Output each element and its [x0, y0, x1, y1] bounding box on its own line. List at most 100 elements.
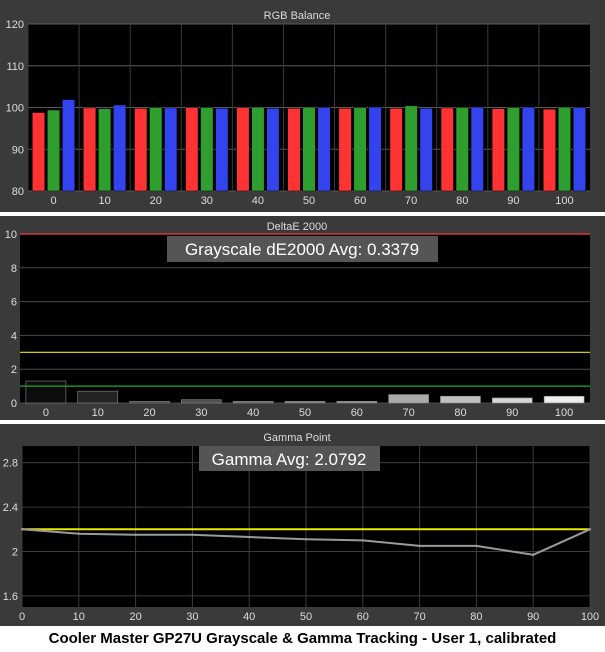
deltae-bar: [232, 401, 274, 404]
rgb-bar-blue: [266, 108, 280, 192]
rgb-balance-panel: RGB Balance 80 90 100 110 120 0 10 20 30 40 50 60 7…: [0, 0, 605, 212]
deltae-y-tick-label: 2: [11, 364, 17, 376]
deltae-bar: [388, 394, 429, 404]
rgb-y-tick-label: 80: [12, 186, 24, 198]
gamma-point: [532, 553, 535, 557]
rgb-bar-red: [389, 108, 403, 192]
gamma-point: [20, 528, 24, 531]
rgb-bar-green: [200, 107, 214, 192]
gamma-x-tick-label: 60: [357, 611, 369, 623]
deltae-bar: [284, 401, 326, 404]
rgb-bar-red: [338, 108, 352, 192]
rgb-x-tick-label: 80: [456, 195, 468, 207]
deltae-title: DeltaE 2000: [267, 221, 328, 233]
rgb-bar-blue: [62, 99, 76, 192]
rgb-y-tick-label: 110: [6, 61, 24, 73]
rgb-bar-red: [491, 108, 505, 192]
rgb-x-tick-label: 10: [99, 195, 111, 207]
rgb-bar-red: [134, 108, 148, 192]
rgb-balance-bars: [32, 99, 586, 192]
rgb-bar-red: [440, 107, 454, 192]
deltae-x-tick-label: 100: [555, 407, 573, 419]
rgb-bar-red: [32, 112, 46, 192]
deltae-x-tick-label: 20: [143, 407, 155, 419]
gamma-point: [588, 528, 592, 531]
rgb-bar-green: [455, 107, 469, 192]
rgb-x-tick-label: 0: [50, 195, 56, 207]
rgb-x-tick-label: 90: [507, 195, 519, 207]
rgb-x-tick-label: 20: [150, 195, 162, 207]
gamma-x-tick-label: 40: [243, 611, 255, 623]
deltae-panel: DeltaE 2000 0 2 4 6 8 10 0 10 20 30 40 50 60 70 80 90 1…: [0, 216, 605, 420]
deltae-x-tick-label: 40: [247, 407, 259, 419]
gamma-x-tick-label: 100: [581, 611, 599, 623]
deltae-x-tick-label: 90: [506, 407, 518, 419]
gamma-x-tick-label: 50: [300, 611, 312, 623]
gamma-x-tick-label: 70: [413, 611, 425, 623]
rgb-bar-blue: [215, 108, 229, 192]
gamma-point: [77, 532, 81, 535]
gamma-point: [361, 539, 364, 542]
rgb-bar-green: [302, 106, 316, 192]
rgb-bar-blue: [521, 106, 535, 192]
deltae-x-tick-label: 70: [403, 407, 415, 419]
gamma-point: [248, 535, 251, 539]
gamma-x-tick-label: 90: [527, 611, 539, 623]
rgb-bar-green: [149, 107, 163, 192]
gamma-y-tick-label: 2.8: [3, 458, 18, 470]
gamma-panel: Gamma Point 1.6 2 2.4 2.8 0 10 20 30 40 50 60 70 80…: [0, 424, 605, 626]
deltae-y-tick-label: 10: [5, 229, 17, 241]
deltae-bar: [181, 399, 222, 404]
rgb-bar-red: [185, 107, 199, 192]
rgb-bar-red: [236, 107, 250, 192]
rgb-bar-red: [287, 108, 301, 192]
deltae-y-tick-label: 0: [11, 398, 17, 410]
rgb-x-tick-label: 60: [354, 195, 366, 207]
deltae-x-tick-label: 60: [351, 407, 363, 419]
gamma-point: [418, 544, 421, 548]
rgb-x-tick-label: 30: [201, 195, 213, 207]
rgb-bar-green: [47, 109, 61, 192]
rgb-bar-blue: [164, 107, 178, 192]
deltae-bar: [77, 390, 119, 404]
rgb-bar-blue: [317, 107, 331, 192]
rgb-bar-red: [542, 108, 556, 192]
gamma-x-tick-label: 80: [470, 611, 482, 623]
gamma-annotation: Gamma Avg: 2.0792: [212, 450, 367, 469]
rgb-bar-blue: [419, 108, 433, 192]
gamma-y-tick-label: 1.6: [3, 591, 18, 603]
rgb-bar-green: [251, 106, 265, 192]
deltae-x-tick-label: 50: [299, 407, 311, 419]
rgb-y-tick-label: 90: [12, 144, 24, 156]
deltae-y-tick-label: 4: [11, 330, 17, 342]
rgb-bar-green: [506, 107, 520, 192]
rgb-y-tick-label: 120: [6, 19, 24, 31]
deltae-x-tick-label: 30: [195, 407, 207, 419]
deltae-x-tick-label: 0: [43, 407, 49, 419]
deltae-bar: [25, 380, 67, 404]
rgb-bar-blue: [368, 106, 382, 192]
gamma-x-tick-label: 30: [186, 611, 198, 623]
rgb-x-tick-label: 40: [252, 195, 264, 207]
deltae-y-tick-label: 6: [11, 297, 17, 309]
gamma-point: [134, 533, 137, 537]
gamma-x-tick-label: 20: [129, 611, 141, 623]
gamma-point: [304, 538, 308, 541]
rgb-y-tick-label: 100: [6, 103, 24, 115]
gamma-point: [475, 544, 478, 548]
deltae-x-tick-label: 80: [454, 407, 466, 419]
gamma-x-tick-label: 10: [73, 611, 85, 623]
rgb-balance-title: RGB Balance: [264, 10, 331, 22]
deltae-x-tick-label: 10: [92, 407, 104, 419]
rgb-bar-green: [557, 106, 571, 192]
deltae-bar: [543, 395, 585, 404]
gamma-point: [191, 533, 194, 537]
rgb-bar-green: [98, 108, 112, 192]
rgb-x-tick-label: 100: [555, 195, 573, 207]
rgb-bar-green: [404, 105, 418, 192]
deltae-bar: [440, 395, 481, 404]
deltae-bar: [491, 397, 533, 404]
rgb-x-tick-label: 50: [303, 195, 315, 207]
rgb-bar-red: [83, 107, 97, 192]
rgb-x-tick-label: 70: [405, 195, 417, 207]
